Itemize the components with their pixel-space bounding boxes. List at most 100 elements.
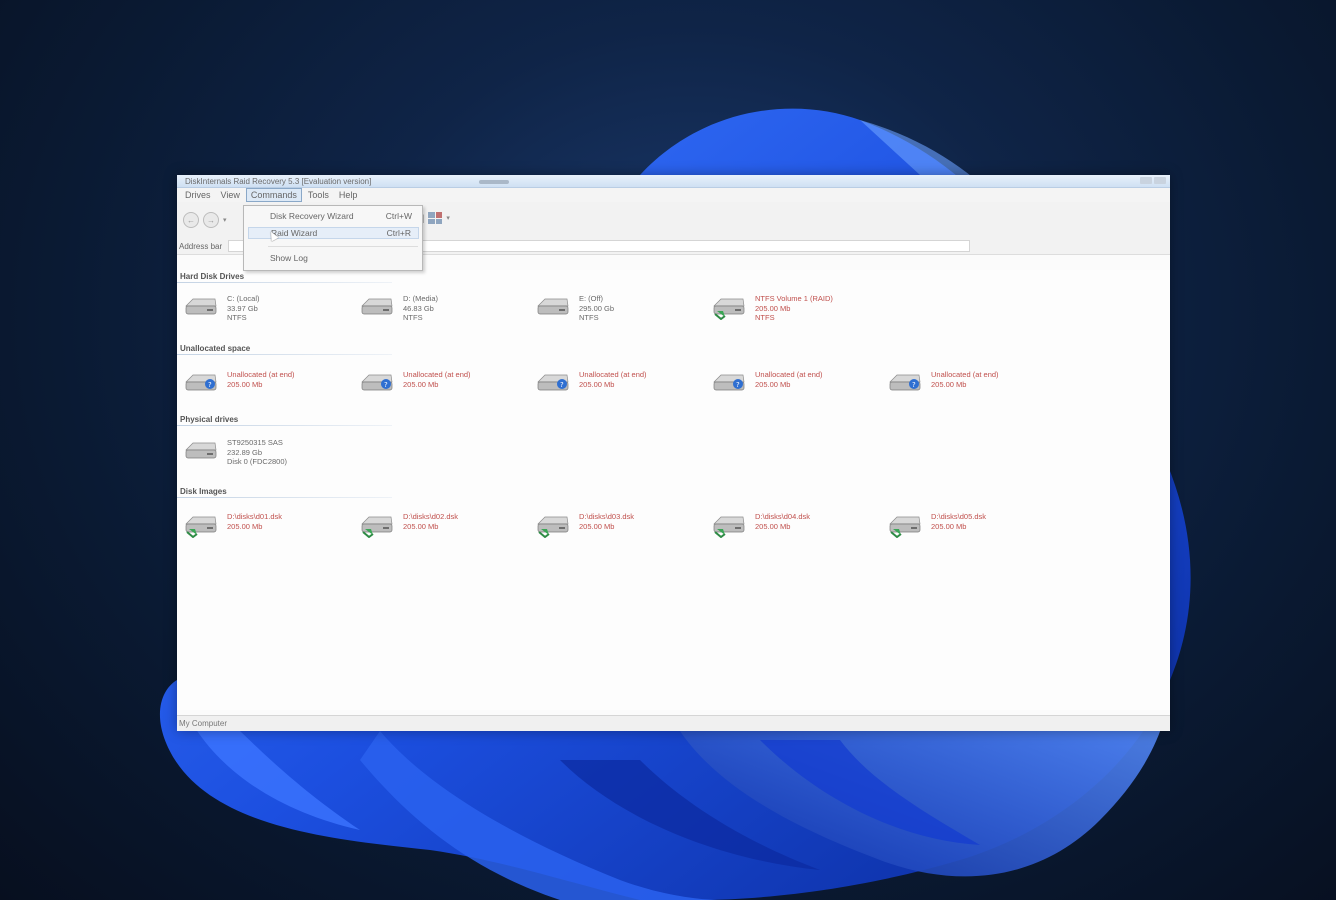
drive-item[interactable]: ? Unallocated (at end) 205.00 Mb <box>359 370 471 398</box>
drive-item[interactable]: ST9250315 SAS 232.89 Gb Disk 0 (FDC2800) <box>183 438 287 467</box>
drive-label-line: E: (Off) <box>579 294 604 303</box>
view-mode-dropdown-icon[interactable]: ▾ <box>446 214 450 222</box>
drive-label-line: D: (Media) <box>403 294 439 303</box>
window-controls <box>1140 177 1166 184</box>
drive-item[interactable]: D:\disks\d05.dsk 205.00 Mb <box>887 512 986 540</box>
menu-item-shortcut: Ctrl+W <box>385 211 412 221</box>
drive-label-line: D:\disks\d03.dsk <box>579 512 635 521</box>
svg-text:?: ? <box>912 381 916 389</box>
unallocated-drive-icon: ? <box>535 370 579 398</box>
drive-item[interactable]: ? Unallocated (at end) 205.00 Mb <box>183 370 295 398</box>
drive-item[interactable]: ? Unallocated (at end) 205.00 Mb <box>535 370 647 398</box>
drive-label: D:\disks\d03.dsk 205.00 Mb <box>579 512 634 531</box>
menu-separator <box>268 246 418 247</box>
title-bar[interactable]: DiskInternals Raid Recovery 5.3 [Evaluat… <box>177 175 1170 188</box>
drive-item[interactable]: C: (Local) 33.97 Gb NTFS <box>183 294 260 323</box>
menu-commands[interactable]: Commands <box>245 188 302 202</box>
hard-drive-icon <box>359 294 403 322</box>
drive-item[interactable]: NTFS Volume 1 (RAID) 205.00 Mb NTFS <box>711 294 833 323</box>
svg-text:?: ? <box>208 381 212 389</box>
menu-bar: Drives View Commands Tools Help <box>177 188 1170 202</box>
drive-label: ST9250315 SAS 232.89 Gb Disk 0 (FDC2800) <box>227 438 287 467</box>
minimize-button[interactable] <box>1140 177 1152 184</box>
drive-label-line: 46.83 Gb <box>403 303 434 313</box>
drive-label: Unallocated (at end) 205.00 Mb <box>931 370 999 389</box>
drive-label: Unallocated (at end) 205.00 Mb <box>227 370 295 389</box>
hard-drive-icon <box>183 294 227 322</box>
view-mode-icon[interactable] <box>428 212 443 224</box>
drive-label-line: 205.00 Mb <box>579 379 615 389</box>
drive-item[interactable]: D:\disks\d03.dsk 205.00 Mb <box>535 512 634 540</box>
drive-item[interactable]: D:\disks\d02.dsk 205.00 Mb <box>359 512 458 540</box>
drive-label-line: 205.00 Mb <box>755 303 791 313</box>
title-grip <box>479 180 509 184</box>
drive-label-line: Unallocated (at end) <box>579 370 647 379</box>
drive-label-line: D:\disks\d02.dsk <box>403 512 459 521</box>
svg-text:?: ? <box>736 381 740 389</box>
status-text: My Computer <box>179 719 228 728</box>
view-tools: | ▾ <box>422 212 456 224</box>
menu-item-disk-recovery-wizard[interactable]: Disk Recovery Wizard Ctrl+W <box>270 211 412 221</box>
drive-label-line: 205.00 Mb <box>403 521 439 531</box>
section-images: Disk Images <box>180 487 227 496</box>
drive-label: D:\disks\d02.dsk 205.00 Mb <box>403 512 458 531</box>
drive-label: D:\disks\d05.dsk 205.00 Mb <box>931 512 986 531</box>
hard-drive-icon <box>183 438 227 466</box>
drive-label: Unallocated (at end) 205.00 Mb <box>755 370 823 389</box>
raid-drive-icon <box>535 512 579 540</box>
forward-button[interactable]: → <box>203 212 219 228</box>
drive-label-line: 205.00 Mb <box>403 379 439 389</box>
menu-item-show-log[interactable]: Show Log <box>270 253 412 263</box>
svg-text:?: ? <box>384 381 388 389</box>
drive-label-line: 205.00 Mb <box>227 521 263 531</box>
drive-label-line: 205.00 Mb <box>931 521 967 531</box>
drive-label-line: NTFS <box>755 313 775 322</box>
menu-item-shortcut: Ctrl+R <box>386 228 411 238</box>
raid-recovery-window: DiskInternals Raid Recovery 5.3 [Evaluat… <box>177 175 1170 731</box>
hard-drive-icon <box>535 294 579 322</box>
svg-text:?: ? <box>560 381 564 389</box>
window-title: DiskInternals Raid Recovery 5.3 [Evaluat… <box>185 176 372 186</box>
unallocated-drive-icon: ? <box>359 370 403 398</box>
drive-label: D: (Media) 46.83 Gb NTFS <box>403 294 438 323</box>
history-dropdown-icon[interactable]: ▾ <box>223 216 227 224</box>
drive-item[interactable]: D:\disks\d04.dsk 205.00 Mb <box>711 512 810 540</box>
drive-label-line: 205.00 Mb <box>755 521 791 531</box>
drive-label: D:\disks\d01.dsk 205.00 Mb <box>227 512 282 531</box>
menu-view[interactable]: View <box>217 189 244 201</box>
menu-item-label: Disk Recovery Wizard <box>270 211 354 221</box>
section-hard-disks: Hard Disk Drives <box>180 272 245 281</box>
unallocated-drive-icon: ? <box>711 370 755 398</box>
menu-drives[interactable]: Drives <box>181 189 215 201</box>
menu-help[interactable]: Help <box>335 189 362 201</box>
drive-item[interactable]: ? Unallocated (at end) 205.00 Mb <box>887 370 999 398</box>
back-button[interactable]: ← <box>183 212 199 228</box>
drive-item[interactable]: E: (Off) 295.00 Gb NTFS <box>535 294 614 323</box>
section-physical: Physical drives <box>180 415 239 424</box>
menu-tools[interactable]: Tools <box>304 189 333 201</box>
drive-label-line: D:\disks\d01.dsk <box>227 512 283 521</box>
drive-label: Unallocated (at end) 205.00 Mb <box>403 370 471 389</box>
raid-drive-icon <box>359 512 403 540</box>
drive-label-line: 205.00 Mb <box>755 379 791 389</box>
drive-label-line: ST9250315 SAS <box>227 438 283 447</box>
drive-label-line: Unallocated (at end) <box>931 370 999 379</box>
drive-label-line: 205.00 Mb <box>227 379 263 389</box>
drive-label-line: Unallocated (at end) <box>227 370 295 379</box>
drive-label: D:\disks\d04.dsk 205.00 Mb <box>755 512 810 531</box>
unallocated-drive-icon: ? <box>183 370 227 398</box>
drive-label-line: Unallocated (at end) <box>403 370 471 379</box>
address-bar-label: Address bar <box>179 241 223 251</box>
drive-label-line: 33.97 Gb <box>227 303 258 313</box>
raid-drive-icon <box>711 512 755 540</box>
drive-item[interactable]: D: (Media) 46.83 Gb NTFS <box>359 294 438 323</box>
section-divider <box>177 425 392 426</box>
drive-label: Unallocated (at end) 205.00 Mb <box>579 370 647 389</box>
close-button[interactable] <box>1154 177 1166 184</box>
drive-label: C: (Local) 33.97 Gb NTFS <box>227 294 260 323</box>
unallocated-drive-icon: ? <box>887 370 931 398</box>
drive-item[interactable]: ? Unallocated (at end) 205.00 Mb <box>711 370 823 398</box>
drive-label-line: NTFS <box>579 313 599 322</box>
drive-item[interactable]: D:\disks\d01.dsk 205.00 Mb <box>183 512 282 540</box>
drive-label: NTFS Volume 1 (RAID) 205.00 Mb NTFS <box>755 294 833 323</box>
